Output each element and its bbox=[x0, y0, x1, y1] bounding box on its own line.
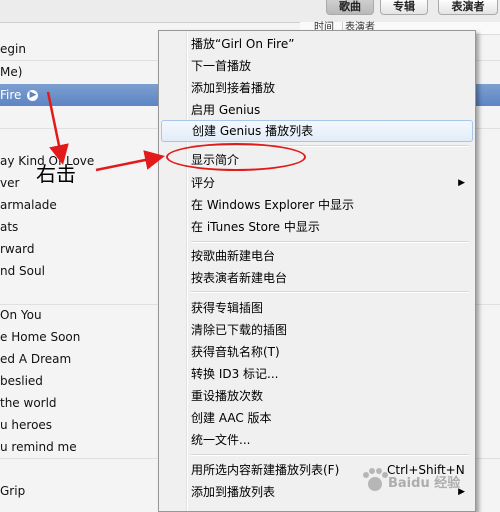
annotation-arrows bbox=[46, 91, 165, 172]
arrow-to-song bbox=[46, 91, 69, 165]
annotation-label: 右击 bbox=[36, 162, 76, 186]
watermark-text: Baidu 经验 bbox=[388, 476, 461, 491]
watermark-logo: Baidu 经验 bbox=[360, 458, 500, 500]
arrow-to-menu bbox=[95, 150, 165, 172]
paw-icon bbox=[363, 468, 388, 491]
